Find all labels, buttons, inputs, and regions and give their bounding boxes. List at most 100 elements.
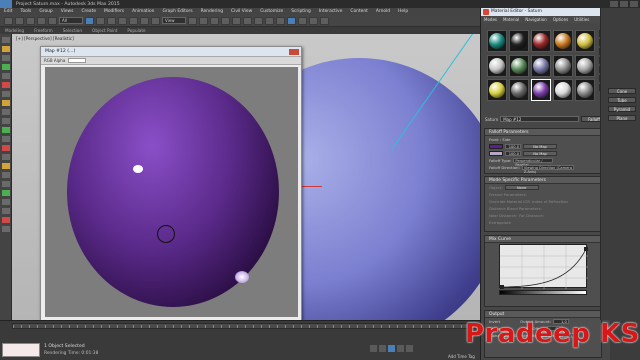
menu-item-civil-view[interactable]: Civil View xyxy=(227,9,256,14)
angle-snap-icon[interactable] xyxy=(210,16,219,25)
extrapolate-checkbox[interactable]: Extrapolate xyxy=(489,220,511,225)
bind-space-warp-icon[interactable] xyxy=(48,16,57,25)
selection-filter-dropdown[interactable]: All xyxy=(59,17,83,24)
menu-item-animation[interactable]: Animation xyxy=(128,9,158,14)
menu-item-help[interactable]: Help xyxy=(394,9,412,14)
shape-tool-icon[interactable] xyxy=(2,91,10,97)
undo-icon[interactable] xyxy=(4,16,13,25)
smooth-tool-icon[interactable] xyxy=(2,181,10,187)
camera-tool-icon[interactable] xyxy=(2,55,10,61)
utilities-tool-icon[interactable] xyxy=(2,145,10,151)
layer-manager-icon[interactable] xyxy=(254,16,263,25)
viewport-label[interactable]: [+] [Perspective] [Realistic] xyxy=(16,36,74,41)
falloff-color-1-swatch[interactable] xyxy=(489,144,503,149)
rendered-frame-window-icon[interactable] xyxy=(309,16,318,25)
geometry-tool-icon[interactable] xyxy=(2,100,10,106)
map-name-field[interactable]: Map #12 xyxy=(500,116,579,122)
maximize-button[interactable] xyxy=(620,1,628,7)
map-window-channel-label[interactable]: RGB Alpha xyxy=(44,58,65,63)
percent-snap-icon[interactable] xyxy=(221,16,230,25)
falloff-color-2-map-button[interactable]: No Map xyxy=(523,151,557,156)
tube-button[interactable]: Tube xyxy=(608,97,636,103)
menu-item-create[interactable]: Create xyxy=(77,9,100,14)
mirror-icon[interactable] xyxy=(232,16,241,25)
select-by-name-icon[interactable] xyxy=(96,16,105,25)
material-slot[interactable] xyxy=(509,79,529,102)
me-menu-navigation[interactable]: Navigation xyxy=(522,17,550,22)
material-editor-icon[interactable] xyxy=(287,16,296,25)
push-tool-icon[interactable] xyxy=(2,208,10,214)
sculpt-tool-icon[interactable] xyxy=(2,163,10,169)
relax-tool-icon[interactable] xyxy=(2,190,10,196)
object-pick-button[interactable]: None xyxy=(504,185,539,190)
menu-item-interactive[interactable]: Interactive xyxy=(315,9,347,14)
menu-item-group[interactable]: Group xyxy=(35,9,56,14)
material-slot[interactable] xyxy=(575,79,595,102)
tab-selection[interactable]: Selection xyxy=(58,28,87,33)
add-time-tag-button[interactable]: Add Time Tag xyxy=(448,354,475,359)
select-object-icon[interactable] xyxy=(85,16,94,25)
close-button[interactable] xyxy=(630,1,638,7)
falloff-color-2-swatch[interactable] xyxy=(489,151,503,156)
timeline-slider[interactable] xyxy=(12,323,478,329)
pivot-icon[interactable] xyxy=(188,16,197,25)
hierarchy-tool-icon[interactable] xyxy=(2,118,10,124)
menu-item-scripting[interactable]: Scripting xyxy=(287,9,315,14)
me-menu-modes[interactable]: Modes xyxy=(481,17,500,22)
material-slot[interactable] xyxy=(531,79,551,102)
redo-icon[interactable] xyxy=(15,16,24,25)
override-ior-checkbox[interactable]: Override Material IOR xyxy=(489,199,530,204)
select-tool-icon[interactable] xyxy=(2,37,10,43)
falloff-direction-dropdown[interactable]: Viewing Direction (Camera Z-Axis) xyxy=(521,165,574,174)
material-slot[interactable] xyxy=(575,54,595,77)
flatten-tool-icon[interactable] xyxy=(2,217,10,223)
menu-item-tools[interactable]: Tools xyxy=(17,9,36,14)
map-window-close-button[interactable] xyxy=(289,49,299,55)
map-preview-canvas[interactable] xyxy=(45,67,298,317)
material-slot[interactable] xyxy=(509,30,529,52)
pyramid-button[interactable]: Pyramid xyxy=(608,106,636,112)
falloff-color-1-map-button[interactable]: No Map xyxy=(523,144,557,149)
unlink-icon[interactable] xyxy=(37,16,46,25)
menu-item-modifiers[interactable]: Modifiers xyxy=(100,9,128,14)
mix-curve-start-point[interactable] xyxy=(500,285,504,289)
snap-icon[interactable] xyxy=(199,16,208,25)
link-icon[interactable] xyxy=(26,16,35,25)
motion-tool-icon[interactable] xyxy=(2,127,10,133)
falloff-parameters-header[interactable]: Falloff Parameters xyxy=(485,129,601,136)
move-icon[interactable] xyxy=(129,16,138,25)
me-menu-material[interactable]: Material xyxy=(500,17,522,22)
tab-freeform[interactable]: Freeform xyxy=(29,28,58,33)
space-warp-tool-icon[interactable] xyxy=(2,73,10,79)
material-slot[interactable] xyxy=(575,30,595,52)
menu-item-views[interactable]: Views xyxy=(57,9,78,14)
mix-curve-graph[interactable] xyxy=(499,244,588,289)
systems-tool-icon[interactable] xyxy=(2,82,10,88)
material-slot[interactable] xyxy=(487,54,507,77)
app-logo-icon[interactable] xyxy=(0,0,12,8)
freeform-tool-icon[interactable] xyxy=(2,172,10,178)
me-menu-utilities[interactable]: Utilities xyxy=(571,17,592,22)
falloff-color-2-amount[interactable]: 100.0 xyxy=(505,151,521,156)
schematic-view-icon[interactable] xyxy=(276,16,285,25)
menu-item-graph-editors[interactable]: Graph Editors xyxy=(158,9,196,14)
helper-tool-icon[interactable] xyxy=(2,64,10,70)
previous-frame-icon[interactable] xyxy=(379,345,386,352)
menu-item-edit[interactable]: Edit xyxy=(0,9,17,14)
menu-item-arnold[interactable]: Arnold xyxy=(372,9,394,14)
mode-specific-header[interactable]: Mode Specific Parameters xyxy=(485,177,601,184)
curve-editor-icon[interactable] xyxy=(265,16,274,25)
me-menu-options[interactable]: Options xyxy=(550,17,571,22)
goto-end-icon[interactable] xyxy=(406,345,413,352)
menu-item-rendering[interactable]: Rendering xyxy=(197,9,227,14)
minimize-button[interactable] xyxy=(610,1,618,7)
mix-curve-end-point[interactable] xyxy=(584,247,588,251)
paint-tool-icon[interactable] xyxy=(2,154,10,160)
material-slot[interactable] xyxy=(487,79,507,102)
menu-item-content[interactable]: Content xyxy=(346,9,371,14)
menu-item-customize[interactable]: Customize xyxy=(256,9,287,14)
scale-icon[interactable] xyxy=(151,16,160,25)
extra-tool-icon[interactable] xyxy=(2,226,10,232)
falloff-color-1-amount[interactable]: 100.0 xyxy=(505,144,521,149)
falloff-type-dropdown[interactable]: Perpendicular / Parallel xyxy=(513,158,554,167)
